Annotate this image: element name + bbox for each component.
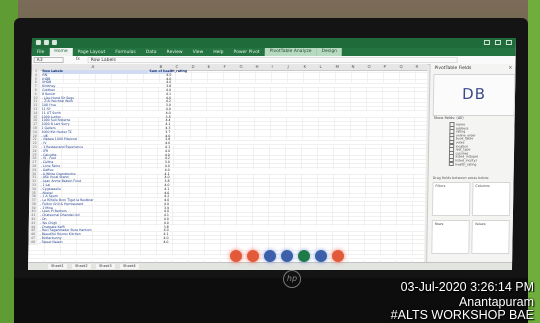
ribbon-tabs: File Home Page Layout Formulas Data Review Vie… (31, 48, 516, 56)
ribbon-tab[interactable]: Home (49, 48, 73, 56)
tag-overlay: #ALTS WORKSHOP BAE (390, 308, 534, 322)
app-icon-4[interactable] (281, 250, 293, 262)
pivot-fields-pane: PivotTable Fields × DB Show fields: (All… (426, 64, 517, 262)
row-label[interactable]: - Sweet Nalain (39, 240, 62, 245)
column-header[interactable]: M (335, 64, 339, 69)
column-header[interactable]: R (415, 64, 418, 69)
window-controls (483, 40, 512, 45)
show-fields-dropdown[interactable]: Show fields: (All) (434, 116, 464, 120)
close-pane-icon[interactable]: × (508, 65, 512, 71)
column-header[interactable]: A (91, 64, 94, 69)
app-icon-3[interactable] (264, 250, 276, 262)
excel-app-icon[interactable] (298, 250, 310, 262)
save-icon[interactable] (35, 40, 41, 45)
ribbon-tab[interactable]: Power Pivot (229, 50, 265, 55)
app-icon-6[interactable] (315, 250, 327, 262)
ribbon-tab[interactable]: View (188, 50, 209, 55)
column-header[interactable]: J (287, 64, 288, 69)
sheet-tab[interactable]: Sheet1 (47, 264, 67, 269)
app-icon-2[interactable] (247, 250, 259, 262)
sheet-tab[interactable]: Sheet2 (71, 264, 91, 269)
laptop-screen: File Home Page Layout Formulas Data Review Vie… (27, 38, 517, 270)
column-header[interactable]: G (239, 64, 242, 69)
green-wall-right (528, 0, 540, 323)
location-overlay: Anantapuram (458, 295, 534, 309)
excel-titlebar (31, 38, 517, 48)
column-header[interactable]: E (207, 64, 210, 69)
formula-input[interactable]: Row Labels (87, 57, 458, 63)
column-header[interactable]: N (351, 64, 354, 69)
app-icon-1[interactable] (230, 250, 242, 262)
column-header[interactable]: P (383, 64, 386, 69)
ribbon-tab[interactable]: Page Layout (73, 50, 111, 55)
ribbon-tab[interactable]: Formulas (110, 50, 141, 55)
sheet-tabs-bar: Sheet1 Sheet2 Sheet3 Sheet4 (27, 262, 513, 270)
sheet-tab[interactable]: Sheet4 (119, 264, 139, 269)
pivot-table: 3 Row Labels Sum of health_rating 4 RN 4.0 5 IH… (28, 69, 211, 245)
ribbon-tab[interactable]: PivotTable Analyze (264, 48, 317, 56)
fx-icon[interactable]: fx (76, 57, 80, 62)
column-header[interactable]: K (303, 64, 306, 69)
column-header[interactable]: D (191, 64, 194, 69)
redo-icon[interactable] (51, 40, 57, 45)
column-header[interactable]: L (319, 64, 321, 69)
areas-label: Drag fields between areas below: (432, 176, 490, 180)
field-checkbox[interactable]: health_rating (449, 162, 511, 166)
row-value[interactable]: 4.0 (146, 240, 168, 245)
area-rows[interactable]: Rows (431, 220, 470, 254)
area-filters[interactable]: Filters (431, 182, 471, 216)
undo-icon[interactable] (43, 40, 49, 45)
db-logo: DB (461, 85, 487, 103)
ribbon-tab[interactable]: Review (161, 50, 187, 55)
column-header[interactable]: F (223, 64, 225, 69)
column-header[interactable]: O (367, 64, 370, 69)
column-header[interactable]: Q (399, 64, 402, 69)
pane-title: PivotTable Fields (434, 66, 472, 71)
quick-access-toolbar[interactable] (35, 40, 57, 45)
sheet-tab[interactable]: Sheet3 (95, 264, 115, 269)
area-columns[interactable]: Columns (471, 182, 511, 216)
row-number[interactable]: 48 (28, 240, 38, 245)
ribbon-tab[interactable]: Design (316, 48, 343, 56)
ribbon-tab[interactable]: Data (141, 50, 162, 55)
column-header[interactable]: I (271, 64, 272, 69)
table-row[interactable]: 48- Sweet Nalain 4.0 (28, 240, 208, 245)
app-icon-7[interactable] (332, 250, 344, 262)
name-box[interactable]: A3 (33, 57, 64, 63)
minimize-icon[interactable] (483, 40, 490, 45)
db-logo-card: DB (432, 74, 516, 116)
spreadsheet-grid[interactable]: ABCDEFGHIJKLMNOPQRSTUV 3Row LabelsSum of… (28, 64, 428, 262)
ribbon-tab[interactable]: Help (208, 50, 228, 55)
column-header[interactable]: H (255, 64, 258, 69)
field-list: name address rating online_order book_table v… (449, 122, 512, 166)
taskbar (230, 250, 344, 262)
ribbon-tab[interactable]: File (32, 50, 50, 55)
area-values[interactable]: Values (471, 220, 510, 254)
maximize-icon[interactable] (494, 40, 501, 45)
close-icon[interactable] (505, 40, 512, 45)
timestamp-overlay: 03-Jul-2020 3:26:14 PM (400, 280, 534, 294)
hp-logo: hp (283, 270, 301, 288)
